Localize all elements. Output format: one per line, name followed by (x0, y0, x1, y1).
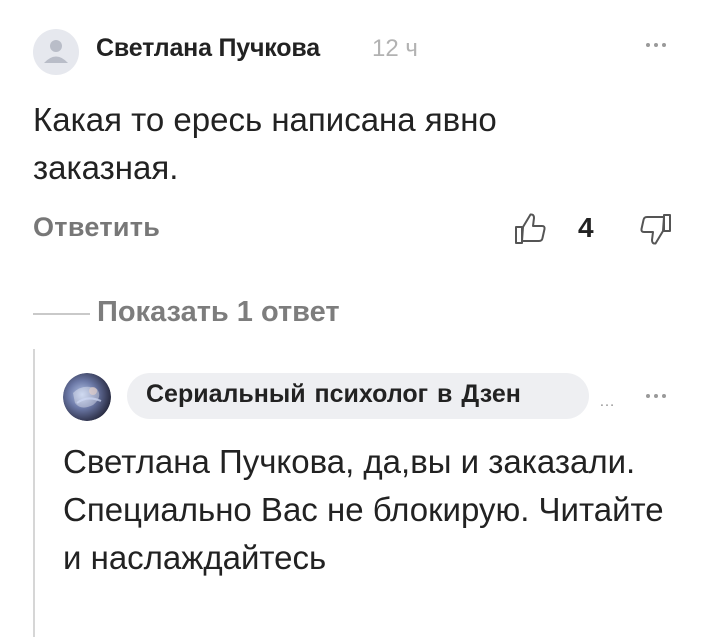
more-dots-icon[interactable] (640, 384, 672, 408)
user-avatar-icon (44, 40, 68, 63)
channel-name[interactable]: Сериальный психолог в Дзен (146, 380, 521, 409)
comment-author[interactable]: Светлана Пучкова (96, 34, 320, 63)
show-replies-divider (33, 313, 90, 315)
thread-line (33, 349, 35, 637)
show-replies-button[interactable]: Показать 1 ответ (97, 296, 340, 329)
reply-text: Светлана Пучкова, да,вы и заказали. Спец… (63, 443, 664, 576)
avatar[interactable] (33, 29, 79, 75)
more-dots-icon[interactable] (640, 33, 672, 57)
like-count: 4 (578, 212, 594, 243)
comment-text: Какая то ересь написана явно заказная. (33, 101, 497, 186)
thumb-down-icon[interactable] (638, 212, 674, 246)
channel-avatar-image (63, 373, 111, 421)
comment-time: 12 ч (372, 35, 418, 62)
truncation-ellipsis-icon: … (599, 393, 615, 410)
reply-button[interactable]: Ответить (33, 212, 160, 243)
channel-avatar[interactable] (63, 373, 111, 421)
thumb-up-icon[interactable] (512, 212, 548, 246)
